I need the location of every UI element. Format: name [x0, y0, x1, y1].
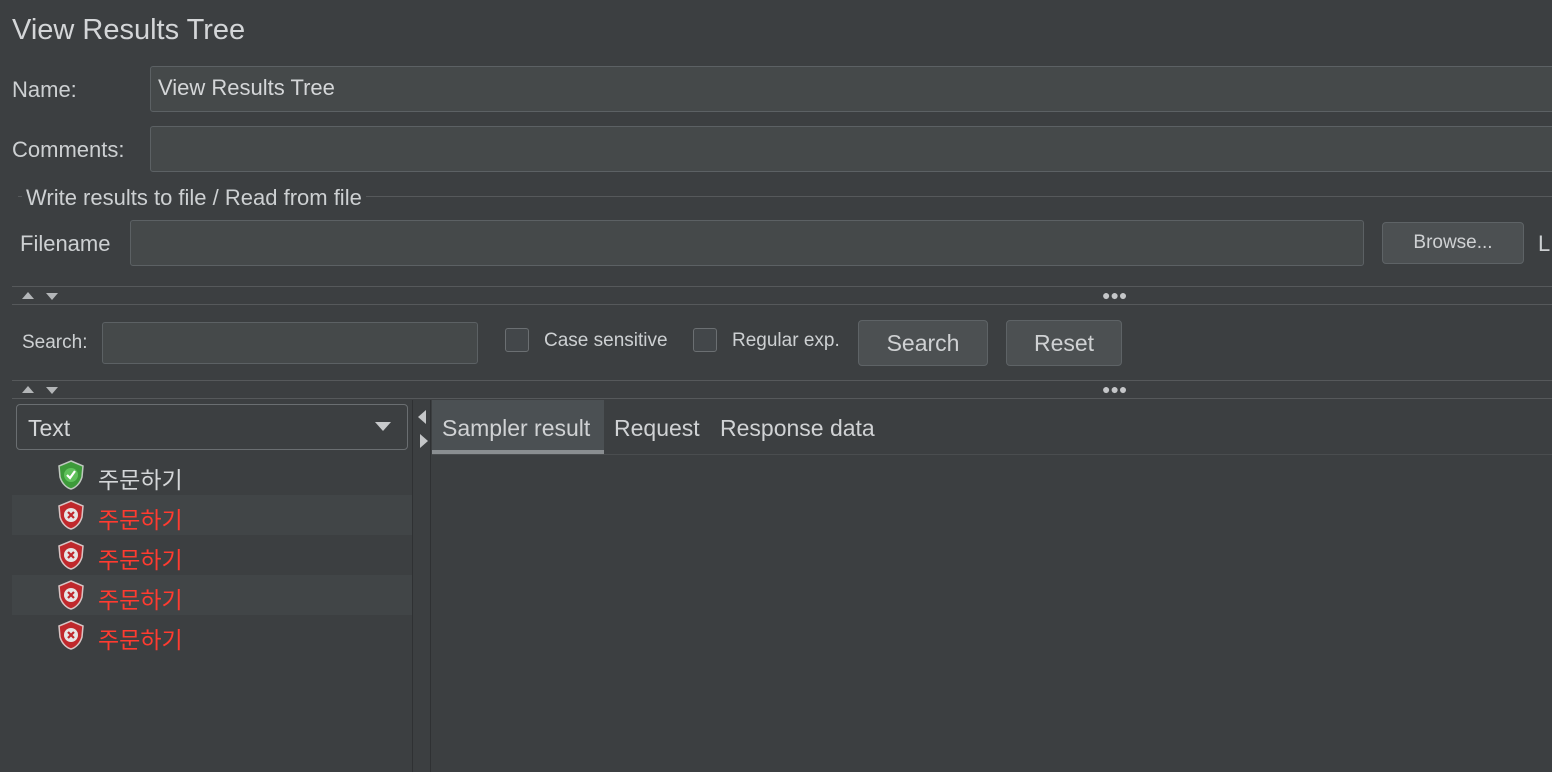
- filename-input[interactable]: [130, 220, 1364, 266]
- error-shield-icon: [58, 500, 84, 530]
- collapse-left-icon[interactable]: [418, 410, 426, 424]
- tab-sampler-result[interactable]: Sampler result: [442, 400, 590, 454]
- regex-checkbox[interactable]: [693, 328, 717, 352]
- result-row[interactable]: 주문하기: [12, 535, 412, 575]
- search-button[interactable]: Search: [858, 320, 988, 366]
- case-sensitive-label: Case sensitive: [544, 330, 668, 351]
- case-sensitive-checkbox[interactable]: [505, 328, 529, 352]
- result-row[interactable]: 주문하기: [12, 615, 412, 655]
- tab-request[interactable]: Request: [614, 400, 700, 454]
- splitter-bottom-line: [12, 304, 1552, 305]
- name-label: Name:: [12, 77, 77, 102]
- collapse-up-icon[interactable]: [22, 292, 34, 299]
- error-shield-icon: [58, 620, 84, 650]
- splitter-2[interactable]: ●●●: [12, 381, 1552, 398]
- splitter-1[interactable]: ●●●: [12, 287, 1552, 304]
- regex-label: Regular exp.: [732, 330, 840, 351]
- filename-label: Filename: [20, 231, 111, 256]
- log-label-cut: L: [1538, 231, 1551, 256]
- file-group-legend: Write results to file / Read from file: [22, 185, 366, 211]
- result-label: 주문하기: [98, 627, 183, 653]
- reset-button[interactable]: Reset: [1006, 320, 1122, 366]
- error-shield-icon: [58, 540, 84, 570]
- panel-title: View Results Tree: [12, 14, 246, 46]
- pane-divider-right: [430, 400, 431, 772]
- name-input[interactable]: View Results Tree: [150, 66, 1552, 112]
- drag-handle-icon[interactable]: ●●●: [1102, 382, 1127, 396]
- comments-input[interactable]: [150, 126, 1552, 172]
- splitter2-bottom-line: [12, 398, 1552, 399]
- result-row[interactable]: 주문하기: [12, 495, 412, 535]
- result-row[interactable]: 주문하기: [12, 575, 412, 615]
- drag-handle-icon[interactable]: ●●●: [1102, 288, 1127, 302]
- search-input[interactable]: [102, 322, 478, 364]
- collapse-down-icon[interactable]: [46, 293, 58, 300]
- result-label: 주문하기: [98, 547, 183, 573]
- result-label: 주문하기: [98, 467, 183, 493]
- collapse-up-icon[interactable]: [22, 386, 34, 393]
- browse-button[interactable]: Browse...: [1382, 222, 1524, 264]
- collapse-down-icon[interactable]: [46, 387, 58, 394]
- chevron-down-icon: [375, 422, 391, 431]
- renderer-select[interactable]: Text: [16, 404, 408, 450]
- comments-label: Comments:: [12, 137, 125, 162]
- result-row[interactable]: 주문하기: [12, 455, 412, 495]
- result-detail-pane: [432, 455, 1552, 772]
- tab-response-data[interactable]: Response data: [720, 400, 875, 454]
- collapse-right-icon[interactable]: [420, 434, 428, 448]
- result-label: 주문하기: [98, 507, 183, 533]
- search-label: Search:: [22, 332, 88, 353]
- renderer-select-value: Text: [28, 415, 71, 441]
- result-label: 주문하기: [98, 587, 183, 613]
- pane-divider: [412, 400, 413, 772]
- success-shield-icon: [58, 460, 84, 490]
- error-shield-icon: [58, 580, 84, 610]
